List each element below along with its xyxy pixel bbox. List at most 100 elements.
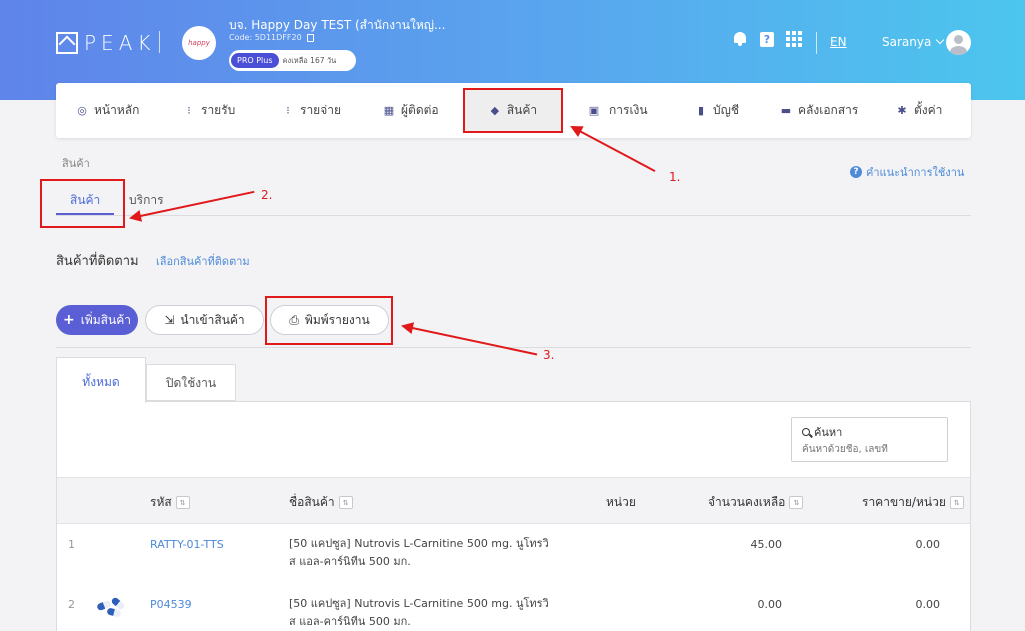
gear-icon: ✱ [897, 104, 907, 117]
column-name[interactable]: ชื่อสินค้า ⇅ [289, 493, 353, 512]
top-divider [816, 32, 817, 54]
product-stock: 0.00 [757, 598, 783, 611]
sort-icon[interactable]: ⇅ [175, 496, 190, 509]
nav-label: บัญชี [713, 103, 739, 117]
search-label-text: ค้นหา [814, 426, 843, 439]
company-code: Code: 5D11DFF20 [229, 33, 314, 42]
nav-item-income[interactable]: ⁝ รายรับ [183, 83, 235, 138]
add-product-button[interactable]: + เพิ่มสินค้า [56, 305, 138, 335]
tabs-divider [56, 215, 971, 216]
select-tracked-link[interactable]: เลือกสินค้าที่ติดตาม [156, 252, 250, 270]
product-thumbnail [96, 596, 127, 622]
ledger-icon: ▮ [697, 104, 705, 117]
company-code-text: Code: 5D11DFF20 [229, 33, 302, 42]
add-product-label: เพิ่มสินค้า [80, 312, 131, 327]
search-box[interactable]: ค้นหา [791, 417, 948, 462]
company-logo[interactable]: happy [182, 26, 216, 60]
plus-icon: + [63, 312, 75, 328]
help-book-icon[interactable]: ? [760, 31, 774, 47]
money-icon: ▣ [588, 104, 600, 117]
user-name: Saranya [882, 35, 932, 49]
income-icon: ⁝ [187, 104, 191, 117]
nav-label: รายรับ [201, 103, 236, 117]
column-price[interactable]: ราคาขาย/หน่วย ⇅ [862, 493, 964, 512]
column-code[interactable]: รหัส ⇅ [150, 493, 190, 512]
nav-item-dashboard[interactable]: ◎ หน้าหลัก [76, 83, 139, 138]
sort-icon[interactable]: ⇅ [338, 496, 353, 509]
annotation-box-3 [265, 296, 393, 345]
search-label: ค้นหา [802, 423, 937, 441]
peak-logo[interactable]: PEAK [56, 31, 156, 55]
chevron-down-icon [936, 35, 945, 45]
plan-pill[interactable]: PRO Plus คงเหลือ 167 วัน [229, 50, 356, 71]
nav-item-documents[interactable]: ▬ คลังเอกสาร [780, 83, 859, 138]
nav-label: คลังเอกสาร [798, 103, 859, 117]
logo-mark-icon [56, 32, 78, 54]
column-label: หน่วย [606, 495, 636, 509]
user-menu[interactable]: Saranya [882, 35, 945, 49]
logo-divider [159, 31, 160, 53]
sort-icon[interactable]: ⇅ [789, 496, 804, 509]
bell-icon[interactable] [732, 31, 748, 47]
nav-item-accounting[interactable]: ▮ บัญชี [695, 83, 739, 138]
annotation-label-2: 2. [261, 188, 273, 202]
product-stock: 45.00 [750, 538, 783, 551]
product-price: 0.00 [915, 538, 941, 551]
plan-remaining: คงเหลือ 167 วัน [282, 55, 337, 65]
logo-text: PEAK [84, 31, 156, 55]
nav-label: ตั้งค่า [914, 103, 943, 117]
apps-grid-icon[interactable] [786, 31, 802, 47]
row-number: 2 [68, 598, 75, 611]
import-label: นำเข้าสินค้า [180, 312, 245, 327]
nav-label: หน้าหลัก [94, 103, 140, 117]
nav-label: ผู้ติดต่อ [401, 103, 439, 117]
import-icon: ⇲ [164, 313, 175, 327]
nav-item-finance[interactable]: ▣ การเงิน [585, 83, 648, 138]
column-label: ราคาขาย/หน่วย [862, 495, 946, 509]
nav-item-expense[interactable]: ⁝ รายจ่าย [282, 83, 341, 138]
product-code-link[interactable]: RATTY-01-TTS [150, 538, 224, 551]
contacts-icon: ▦ [383, 104, 395, 117]
company-logo-text: happy [188, 39, 210, 47]
search-icon [802, 428, 810, 436]
annotation-arrow-3 [402, 325, 538, 356]
import-products-button[interactable]: ⇲ นำเข้าสินค้า [145, 305, 264, 335]
product-price: 0.00 [915, 598, 941, 611]
top-icons: ? [732, 31, 802, 47]
column-label: จำนวนคงเหลือ [708, 495, 786, 509]
product-code-link[interactable]: P04539 [150, 598, 192, 611]
annotation-box-1 [463, 88, 563, 133]
filter-tab-all[interactable]: ทั้งหมด [56, 357, 146, 403]
annotation-label-3: 3. [543, 348, 555, 362]
nav-item-contacts[interactable]: ▦ ผู้ติดต่อ [383, 83, 439, 138]
dashboard-icon: ◎ [77, 104, 87, 117]
row-number: 1 [68, 538, 75, 551]
annotation-box-2 [40, 179, 125, 228]
product-name: [50 แคปซูล] Nutrovis L-Carnitine 500 mg.… [289, 537, 549, 568]
avatar[interactable] [946, 30, 971, 55]
tracked-products-title: สินค้าที่ติดตาม [56, 254, 139, 269]
nav-item-settings[interactable]: ✱ ตั้งค่า [896, 83, 942, 138]
column-label: รหัส [150, 495, 172, 509]
language-switch[interactable]: EN [830, 35, 847, 49]
column-label: ชื่อสินค้า [289, 495, 335, 509]
nav-label: การเงิน [609, 103, 648, 117]
tab-services[interactable]: บริการ [129, 191, 164, 210]
table-header: รหัส ⇅ ชื่อสินค้า ⇅ หน่วย จำนวนคงเหลือ ⇅ รา… [57, 477, 970, 524]
filter-tab-disabled[interactable]: ปิดใช้งาน [146, 364, 236, 401]
breadcrumb: สินค้า [62, 157, 90, 170]
products-panel: ค้นหา รหัส⇅ ชื่อสินค้า⇅ หน่วย จำนวนคงเหล… [56, 401, 971, 631]
column-unit: หน่วย [606, 493, 636, 512]
search-input[interactable] [802, 444, 932, 455]
expense-icon: ⁝ [286, 104, 290, 117]
product-name: [50 แคปซูล] Nutrovis L-Carnitine 500 mg.… [289, 597, 549, 628]
plan-badge: PRO Plus [231, 53, 279, 68]
copy-icon[interactable] [306, 33, 314, 42]
folder-icon: ▬ [780, 104, 792, 117]
help-link[interactable]: ? คำแนะนำการใช้งาน [850, 163, 964, 181]
nav-label: รายจ่าย [300, 103, 342, 117]
sort-icon[interactable]: ⇅ [949, 496, 964, 509]
column-stock[interactable]: จำนวนคงเหลือ ⇅ [708, 493, 804, 512]
annotation-label-1: 1. [669, 170, 681, 184]
help-link-text: คำแนะนำการใช้งาน [866, 166, 965, 179]
